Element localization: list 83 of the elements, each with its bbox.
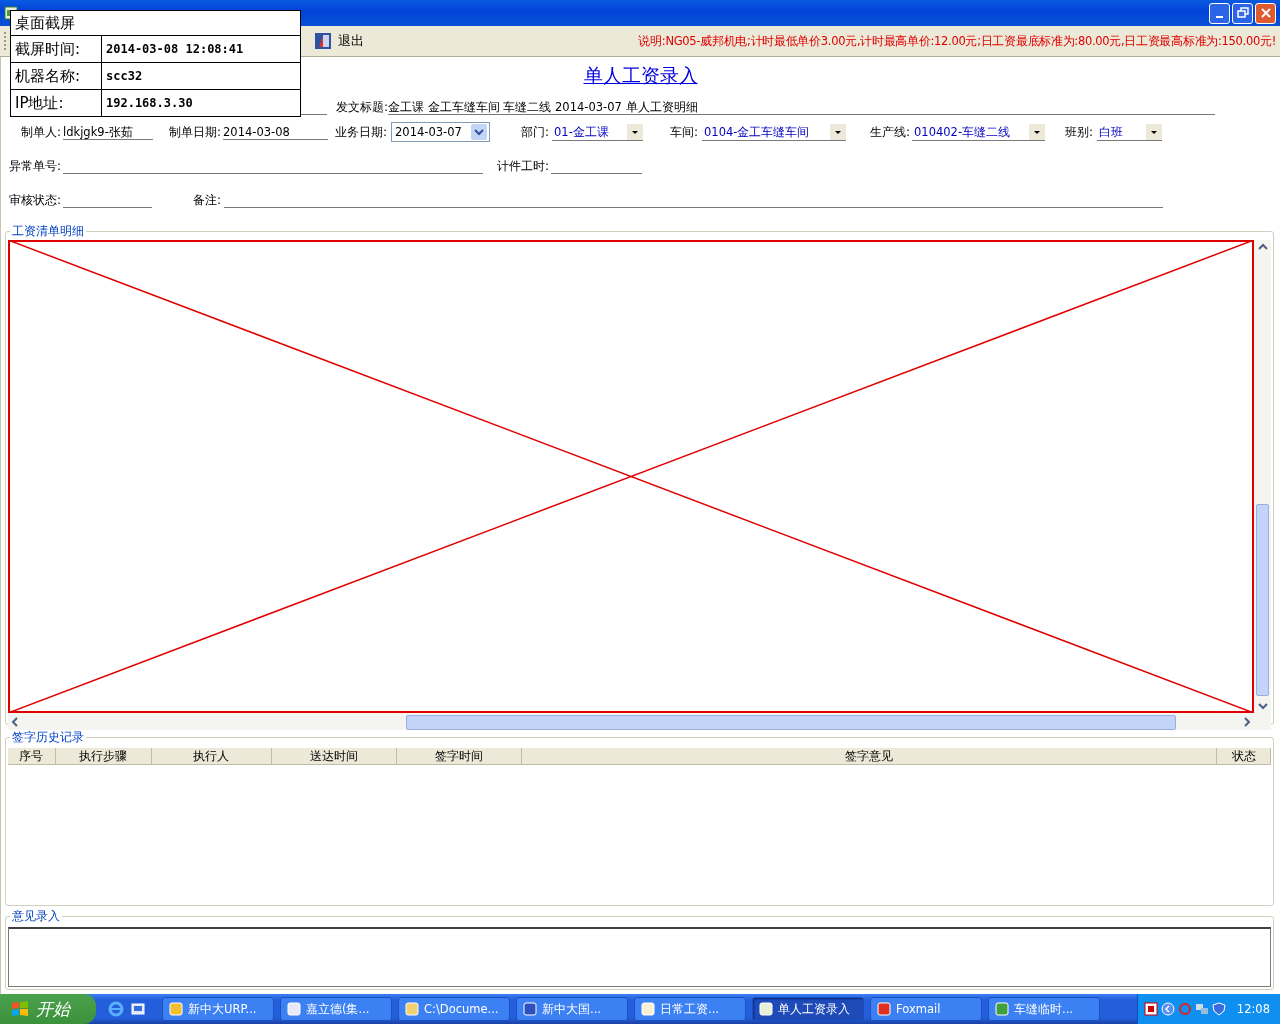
vertical-scrollbar[interactable]: [1254, 240, 1271, 730]
scroll-thumb[interactable]: [1256, 504, 1269, 696]
comment-field[interactable]: [8, 927, 1271, 987]
info-label: IP地址:: [11, 90, 102, 116]
taskbar-button[interactable]: 车缝临时...: [988, 997, 1100, 1021]
field-label: 班别:: [1065, 124, 1095, 140]
text-field[interactable]: ldkjgk9-张茹: [63, 124, 153, 140]
close-icon: [1259, 7, 1272, 19]
subject-field[interactable]: 金工课 金工车缝车间 车缝二线 2014-03-07 单人工资明细: [388, 99, 1216, 115]
column-header[interactable]: 签字意见: [521, 748, 1218, 764]
field-label: 部门:: [521, 124, 551, 140]
desktop-icon[interactable]: [130, 1001, 146, 1017]
dropdown-field[interactable]: 0104-金工车缝车间: [702, 123, 846, 141]
column-header[interactable]: 执行步骤: [55, 748, 152, 764]
app-icon: [759, 1002, 773, 1016]
dropdown-icon: [830, 123, 846, 140]
field-label: 备注:: [193, 192, 223, 208]
panel-title: 签字历史记录: [11, 729, 85, 746]
restore-icon: [1236, 7, 1249, 19]
close-button[interactable]: [1255, 2, 1276, 24]
column-header[interactable]: 状态: [1217, 748, 1271, 764]
chevron-left-icon[interactable]: [1160, 1002, 1175, 1016]
exit-icon: [314, 32, 332, 50]
taskbar-button[interactable]: 嘉立德(集...: [280, 997, 392, 1021]
minimize-icon: [1216, 16, 1223, 18]
shield-icon[interactable]: [1211, 1002, 1226, 1016]
minimize-button[interactable]: [1209, 2, 1230, 24]
dropdown-field[interactable]: 01-金工课: [552, 123, 643, 141]
dropdown-icon: [471, 124, 487, 140]
field-label: 生产线:: [870, 124, 912, 140]
info-value: 192.168.3.30: [105, 95, 193, 112]
field-label: 发文标题:: [336, 99, 389, 115]
dropdown-field[interactable]: 白班: [1097, 123, 1162, 141]
app-icon: [169, 1002, 183, 1016]
app-icon: [641, 1002, 655, 1016]
restore-button[interactable]: [1232, 2, 1253, 24]
text-field[interactable]: 2014-03-08: [223, 124, 328, 140]
field-label: 计件工时:: [497, 158, 551, 174]
info-label: 机器名称:: [11, 63, 102, 89]
taskbar-button[interactable]: C:\Docume...: [398, 997, 510, 1021]
browser-icon[interactable]: [108, 1001, 124, 1017]
network-icon[interactable]: [1194, 1002, 1209, 1016]
notice-text: 说明:NG05-威邦机电;计时最低单价3.00元,计时最高单价:12.00元;日工资最底标准为:80.00元,日工资最高标准为:150.00元!: [638, 33, 1276, 49]
start-button[interactable]: 开始: [0, 994, 96, 1024]
scroll-thumb[interactable]: [406, 715, 1176, 730]
form-heading[interactable]: 单人工资录入: [583, 63, 698, 89]
app-icon: [995, 1002, 1009, 1016]
column-header[interactable]: 送达时间: [271, 748, 397, 764]
field-label: 制单日期:: [169, 124, 223, 140]
dropdown-field[interactable]: 010402-车缝二线: [912, 123, 1045, 141]
taskbar-button[interactable]: 日常工资...: [634, 997, 746, 1021]
windows-logo-icon: [10, 1000, 30, 1018]
info-value: 2014-03-08 12:08:41: [105, 41, 244, 58]
tray-icon[interactable]: [1143, 1002, 1158, 1016]
column-header[interactable]: 序号: [8, 748, 56, 764]
dropdown-icon: [627, 123, 643, 140]
info-value: scc32: [105, 68, 143, 85]
info-title: 桌面截屏: [11, 11, 300, 36]
column-header[interactable]: 执行人: [151, 748, 272, 764]
field-label: 制单人:: [21, 124, 63, 140]
clock: 12:08: [1236, 1002, 1270, 1016]
taskbar-button[interactable]: 单人工资录入: [752, 997, 864, 1021]
field-label: 审核状态:: [9, 192, 63, 208]
panel-title: 意见录入: [11, 908, 61, 925]
grip-icon: [4, 31, 7, 51]
taskbar-button[interactable]: Foxmail: [870, 997, 982, 1021]
dropdown-icon: [1029, 123, 1045, 140]
field-label: 异常单号:: [9, 158, 63, 174]
horizontal-scrollbar[interactable]: [8, 713, 1254, 730]
exit-button[interactable]: 退出: [312, 30, 366, 52]
column-header[interactable]: 签字时间: [396, 748, 522, 764]
taskbar-button[interactable]: 新中大国...: [516, 997, 628, 1021]
field-label: 车间:: [670, 124, 700, 140]
app-icon: [877, 1002, 891, 1016]
app-icon: [523, 1002, 537, 1016]
panel-title: 工资清单明细: [11, 223, 85, 240]
dropdown-icon: [1146, 123, 1162, 140]
field-label: 业务日期:: [335, 124, 389, 140]
app-icon: [405, 1002, 419, 1016]
taskbar-button[interactable]: 新中大URP...: [162, 997, 274, 1021]
date-picker[interactable]: 2014-03-07: [391, 122, 490, 142]
info-label: 截屏时间:: [11, 36, 102, 62]
app-icon: [287, 1002, 301, 1016]
